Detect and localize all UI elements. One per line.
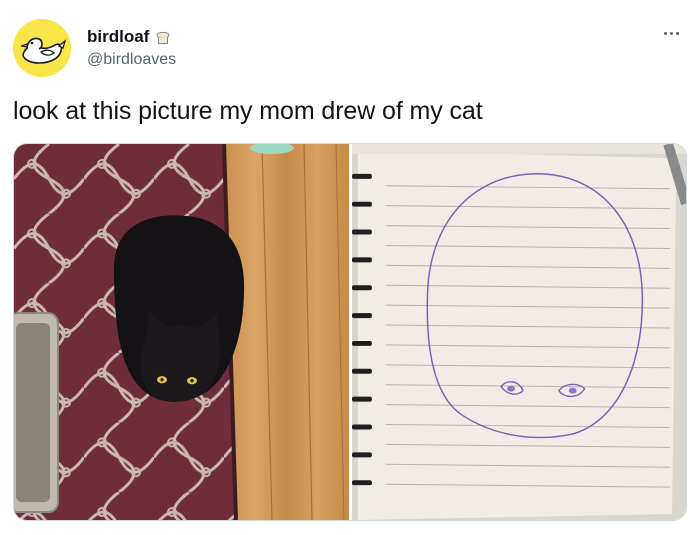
- drawing-photo[interactable]: [352, 144, 686, 520]
- more-options-icon: [663, 31, 667, 35]
- media-grid[interactable]: [13, 143, 687, 521]
- tweet: birdloaf @birdloaves look at this pictur…: [0, 0, 700, 535]
- tweet-text: look at this picture my mom drew of my c…: [13, 97, 483, 125]
- more-options-icon-dot: [675, 31, 679, 35]
- avatar[interactable]: [13, 19, 71, 77]
- handle[interactable]: @birdloaves: [87, 51, 176, 69]
- display-name[interactable]: birdloaf: [87, 27, 149, 47]
- bread-icon: [154, 28, 172, 46]
- name-row: birdloaf: [87, 26, 172, 48]
- more-options-icon-dot: [669, 31, 673, 35]
- bird-loaf-avatar-icon: [13, 19, 71, 77]
- more-options-button[interactable]: [656, 22, 686, 44]
- cat-photo[interactable]: [14, 144, 349, 520]
